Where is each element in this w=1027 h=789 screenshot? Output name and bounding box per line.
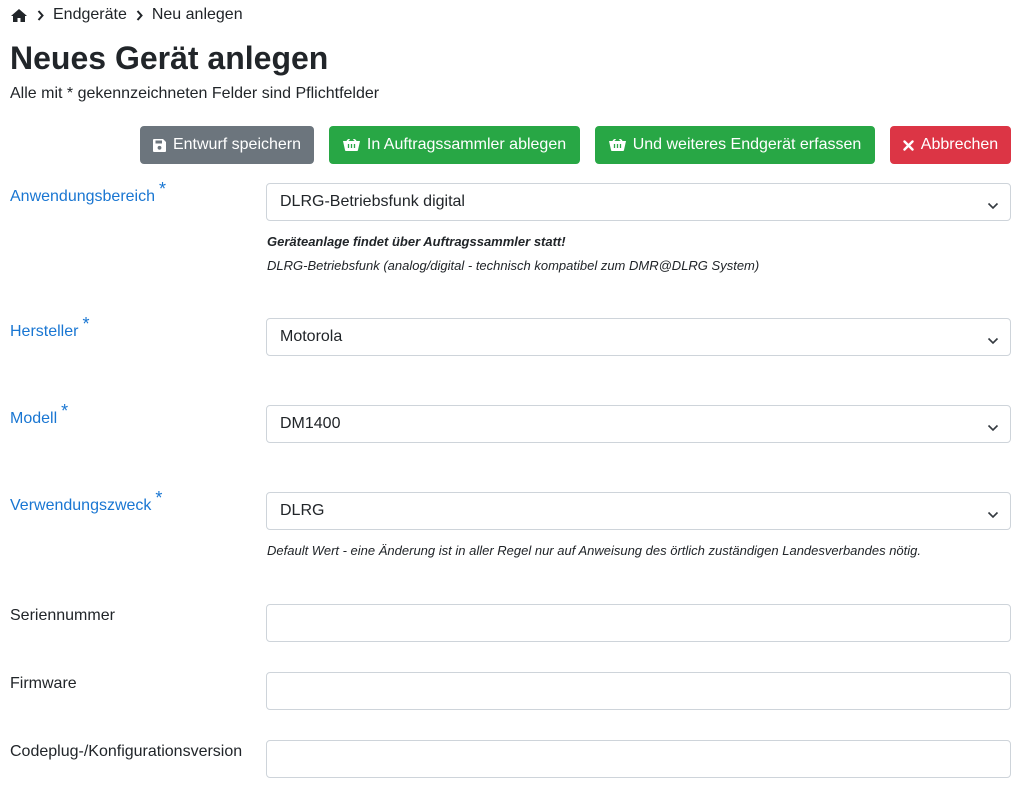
to-collector-label: In Auftragssammler ablegen xyxy=(366,136,567,153)
verwendungszweck-label-text: Verwendungszweck xyxy=(10,497,152,514)
chevron-down-icon xyxy=(987,419,999,437)
chevron-down-icon xyxy=(987,197,999,215)
anwendungsbereich-value: DLRG-Betriebsfunk digital xyxy=(280,193,465,210)
seriennummer-input[interactable] xyxy=(266,604,1011,642)
anwendungsbereich-label-text: Anwendungsbereich xyxy=(10,188,155,205)
save-draft-button[interactable]: Entwurf speichern xyxy=(140,126,314,164)
hersteller-select[interactable]: Motorola xyxy=(266,318,1011,356)
modell-label: Modell * xyxy=(10,401,68,428)
cancel-button[interactable]: Abbrechen xyxy=(890,126,1011,164)
chevron-right-icon xyxy=(136,9,143,21)
anwendungsbereich-help: DLRG-Betriebsfunk (analog/digital - tech… xyxy=(267,258,760,273)
breadcrumb-item-endgeraete[interactable]: Endgeräte xyxy=(53,6,127,24)
hersteller-label-text: Hersteller xyxy=(10,323,79,340)
chevron-down-icon xyxy=(987,332,999,350)
basket-icon xyxy=(342,139,360,151)
firmware-label: Firmware xyxy=(10,675,77,692)
modell-select[interactable]: DM1400 xyxy=(266,405,1011,443)
home-icon[interactable] xyxy=(10,8,28,23)
close-icon xyxy=(903,139,914,151)
chevron-down-icon xyxy=(987,506,999,524)
codeplug-input[interactable] xyxy=(266,740,1011,778)
page-title: Neues Gerät anlegen xyxy=(10,40,329,76)
floppy-disk-icon xyxy=(152,138,166,152)
add-another-button[interactable]: Und weiteres Endgerät erfassen xyxy=(595,126,875,164)
required-fields-note: Alle mit * gekennzeichneten Felder sind … xyxy=(10,85,380,102)
verwendungszweck-value: DLRG xyxy=(280,502,325,519)
required-marker: * xyxy=(61,401,69,421)
verwendungszweck-help: Default Wert - eine Änderung ist in alle… xyxy=(267,543,922,558)
basket-icon xyxy=(608,139,626,151)
breadcrumb-item-current: Neu anlegen xyxy=(151,6,243,23)
anwendungsbereich-label: Anwendungsbereich * xyxy=(10,179,166,206)
required-marker: * xyxy=(155,488,163,508)
hersteller-label: Hersteller * xyxy=(10,314,89,341)
verwendungszweck-select[interactable]: DLRG xyxy=(266,492,1011,530)
chevron-right-icon xyxy=(37,9,44,21)
breadcrumb: Endgeräte Neu anlegen xyxy=(10,5,243,25)
cancel-label: Abbrechen xyxy=(920,136,999,153)
anwendungsbereich-notice: Geräteanlage findet über Auftragssammler… xyxy=(267,234,566,249)
required-marker: * xyxy=(159,179,167,199)
anwendungsbereich-select[interactable]: DLRG-Betriebsfunk digital xyxy=(266,183,1011,221)
to-collector-button[interactable]: In Auftragssammler ablegen xyxy=(329,126,580,164)
modell-label-text: Modell xyxy=(10,410,58,427)
add-another-label: Und weiteres Endgerät erfassen xyxy=(632,136,862,153)
modell-value: DM1400 xyxy=(280,415,341,432)
required-marker: * xyxy=(82,314,90,334)
verwendungszweck-label: Verwendungszweck * xyxy=(10,488,162,515)
save-draft-label: Entwurf speichern xyxy=(172,136,302,153)
codeplug-label: Codeplug-/Konfigurationsversion xyxy=(10,743,243,760)
firmware-input[interactable] xyxy=(266,672,1011,710)
hersteller-value: Motorola xyxy=(280,328,343,345)
seriennummer-label: Seriennummer xyxy=(10,607,115,624)
